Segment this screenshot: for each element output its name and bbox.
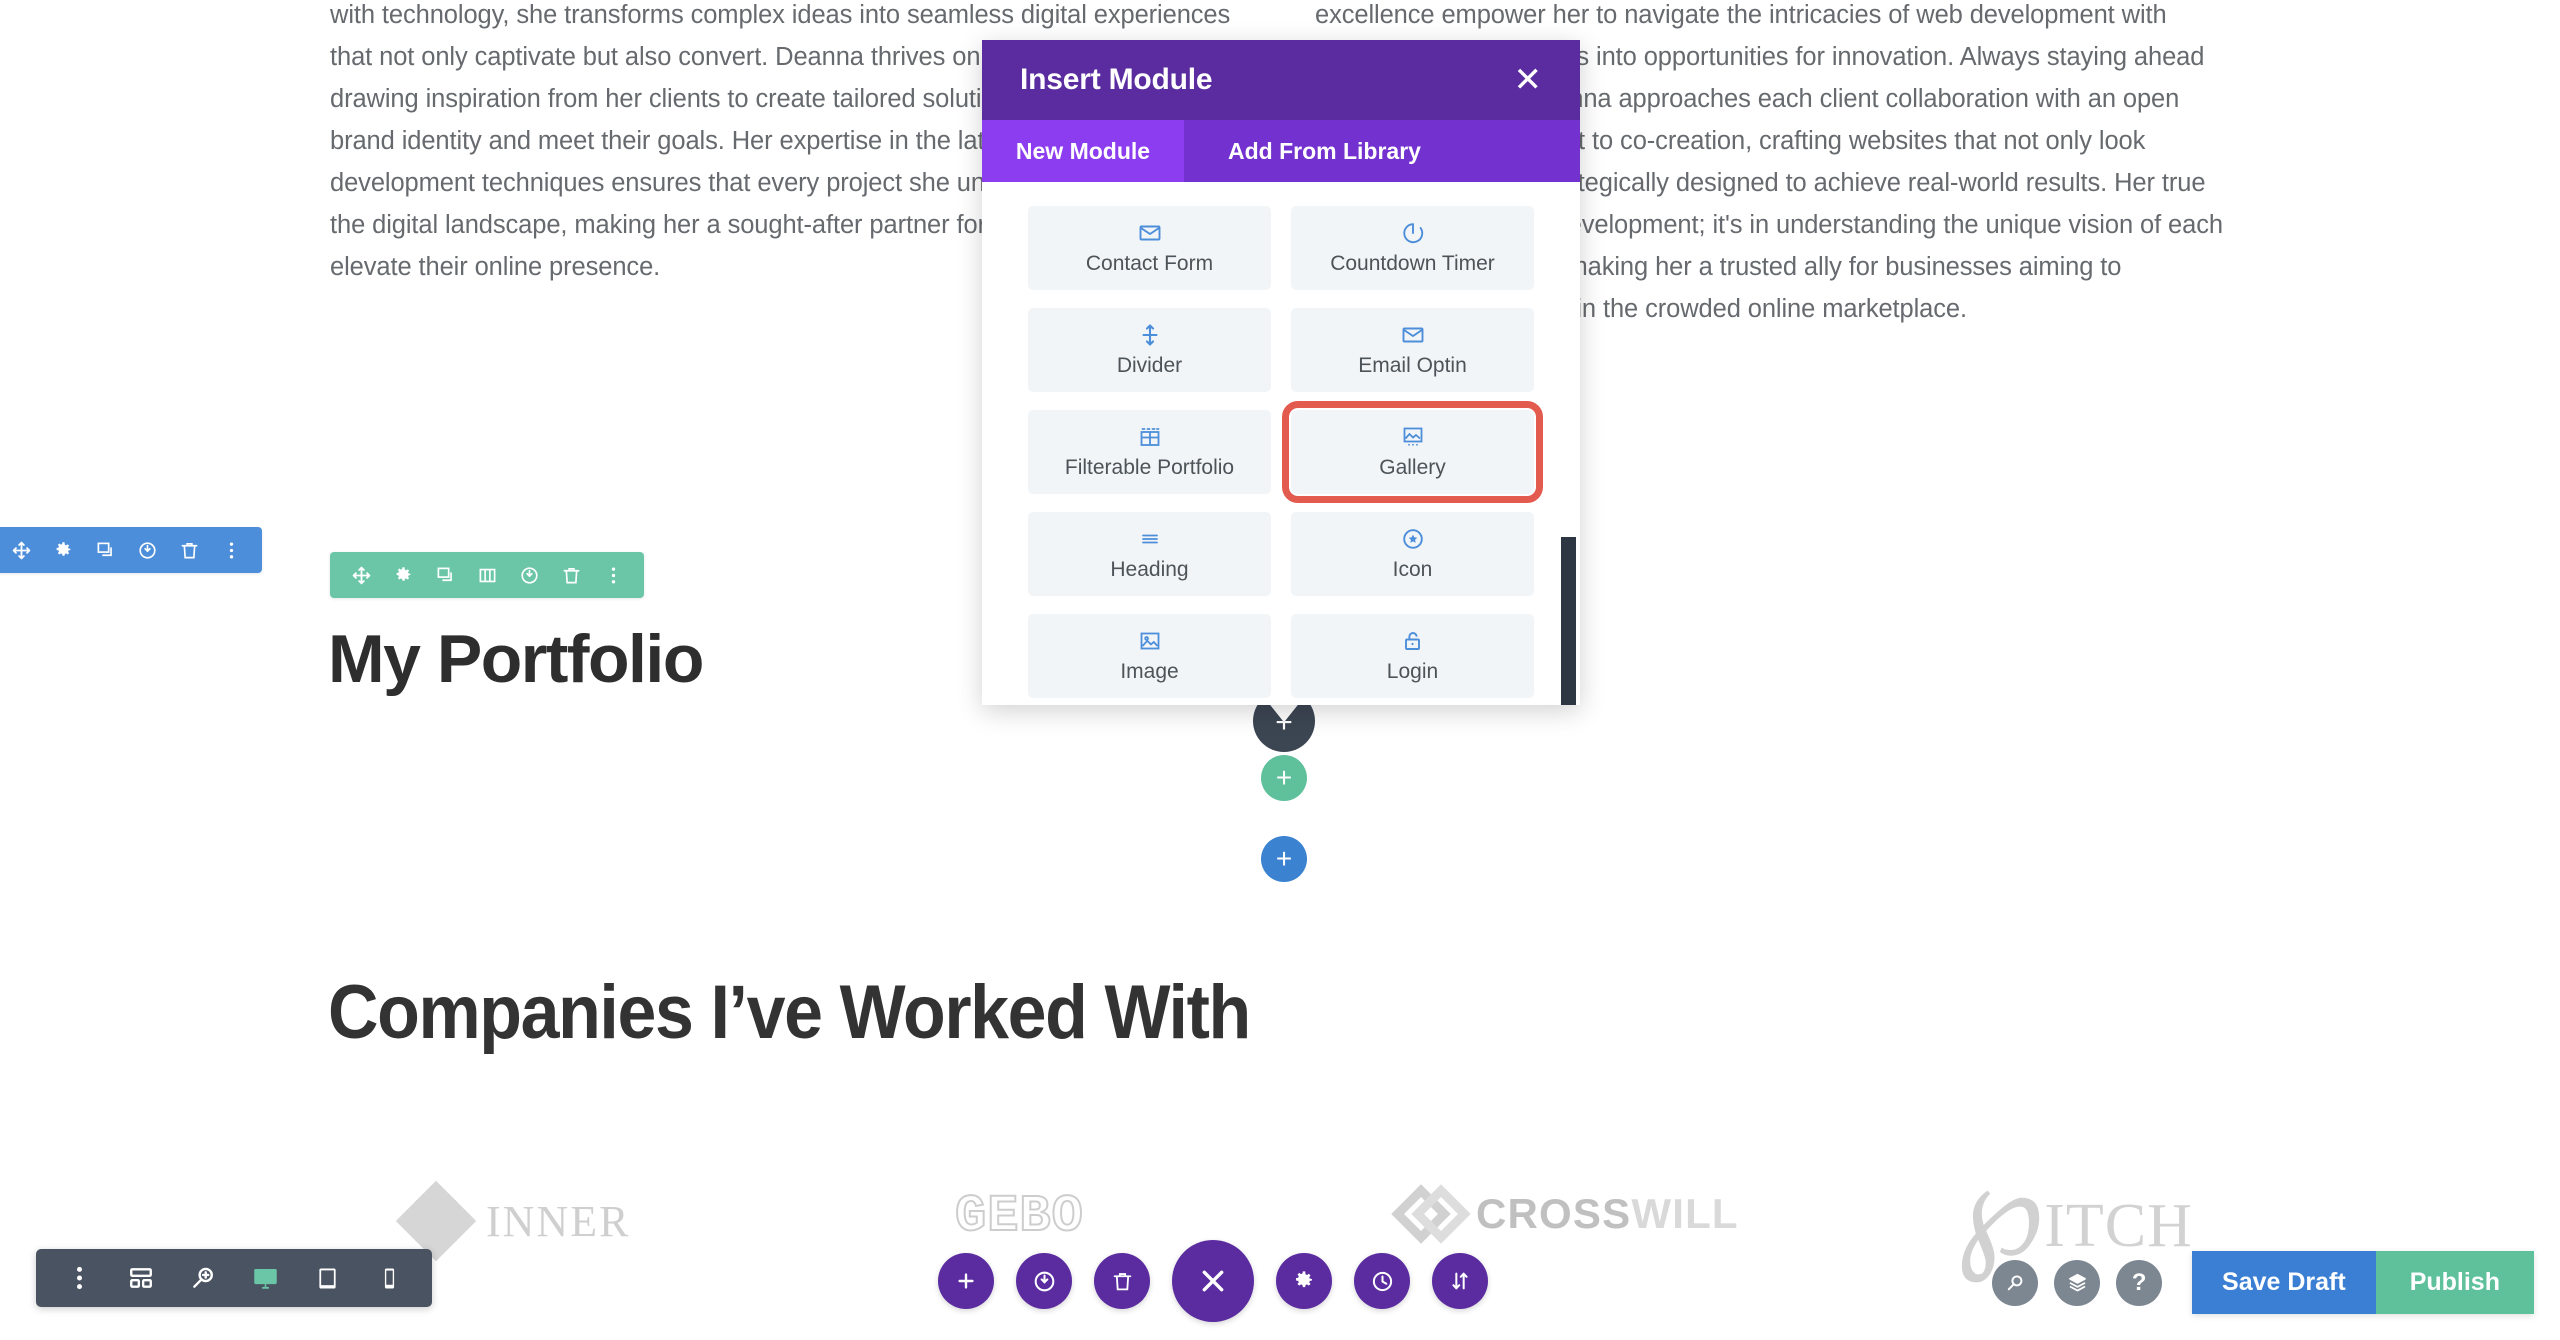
module-card-contact-form[interactable]: Contact Form — [1028, 206, 1271, 290]
divider-icon — [1138, 322, 1162, 348]
envelope-icon — [1138, 220, 1162, 246]
tab-new-module[interactable]: New Module — [982, 120, 1184, 182]
modal-header: Insert Module ✕ — [982, 40, 1580, 120]
gear-icon[interactable] — [382, 552, 424, 598]
logo-crosswill-dark: CROSS — [1476, 1190, 1632, 1237]
module-label: Gallery — [1379, 456, 1446, 479]
portfolio-heading: My Portfolio — [328, 621, 704, 697]
more-icon[interactable] — [210, 527, 252, 573]
companies-heading: Companies I’ve Worked With — [328, 970, 1251, 1055]
power-icon[interactable] — [1016, 1253, 1072, 1309]
logo-crosswill-label: CROSSWILL — [1476, 1190, 1739, 1238]
wireframe-icon[interactable] — [112, 1249, 170, 1307]
module-card-email-optin[interactable]: Email Optin — [1291, 308, 1534, 392]
logo-gebo-label: GEBO — [954, 1186, 1084, 1247]
zoom-icon[interactable] — [174, 1249, 232, 1307]
heading-icon — [1138, 526, 1162, 552]
gallery-icon — [1401, 424, 1425, 450]
logo-pitch: ℘ ITCH — [1955, 1140, 2193, 1282]
add-row-button[interactable]: + — [1261, 755, 1307, 801]
module-card-countdown-timer[interactable]: Countdown Timer — [1291, 206, 1534, 290]
more-vertical-icon[interactable] — [50, 1249, 108, 1307]
row-toolbar[interactable] — [330, 552, 644, 598]
modal-tabs: New Module Add From Library — [982, 120, 1580, 182]
gear-icon[interactable] — [42, 527, 84, 573]
module-card-login[interactable]: Login — [1291, 614, 1534, 698]
move-icon[interactable] — [340, 552, 382, 598]
desktop-icon[interactable] — [236, 1249, 294, 1307]
modal-body: Contact Form Countdown Timer Divider Ema… — [982, 182, 1580, 705]
search-icon[interactable] — [1992, 1259, 2039, 1306]
diamond-icon — [395, 1180, 477, 1262]
section-toolbar[interactable] — [0, 527, 262, 573]
star-circle-icon — [1401, 526, 1425, 552]
close-icon[interactable] — [1172, 1240, 1254, 1322]
builder-right-bar: ? Save Draft Publish — [1992, 1251, 2534, 1314]
trash-icon[interactable] — [168, 527, 210, 573]
grid-icon — [1138, 424, 1162, 450]
module-card-gallery[interactable]: Gallery — [1282, 401, 1543, 503]
trash-icon[interactable] — [1094, 1253, 1150, 1309]
add-section-label: + — [1275, 843, 1293, 874]
trash-icon[interactable] — [550, 552, 592, 598]
module-card-image[interactable]: Image — [1028, 614, 1271, 698]
tab-add-from-library[interactable]: Add From Library — [1184, 120, 1580, 182]
tablet-icon[interactable] — [298, 1249, 356, 1307]
close-icon[interactable]: ✕ — [1508, 59, 1549, 101]
logo-inner-label: INNER — [486, 1196, 631, 1246]
image-icon — [1138, 628, 1162, 654]
logo-inner: INNER — [395, 1180, 631, 1262]
history-icon[interactable] — [1354, 1253, 1410, 1309]
modal-scrollbar[interactable] — [1561, 537, 1576, 705]
duplicate-icon[interactable] — [84, 527, 126, 573]
power-icon[interactable] — [508, 552, 550, 598]
module-label: Filterable Portfolio — [1064, 456, 1235, 479]
logo-crosswill: CROSSWILL — [1391, 1183, 1739, 1245]
phone-icon[interactable] — [360, 1249, 418, 1307]
cross-diamond-icon — [1391, 1183, 1471, 1245]
module-card-filterable-portfolio[interactable]: Filterable Portfolio — [1028, 410, 1271, 494]
add-section-button[interactable]: + — [1261, 836, 1307, 882]
module-label: Divider — [1116, 354, 1183, 377]
timer-icon — [1401, 220, 1425, 246]
power-icon[interactable] — [126, 527, 168, 573]
module-label: Icon — [1392, 558, 1433, 581]
move-icon[interactable] — [0, 527, 42, 573]
envelope-icon — [1401, 322, 1425, 348]
device-preview-bar — [36, 1249, 432, 1307]
module-label: Contact Form — [1085, 252, 1214, 275]
divi-builder-screen: design, web design, and web development … — [0, 0, 2560, 1340]
module-label: Image — [1120, 660, 1179, 683]
add-icon[interactable] — [938, 1253, 994, 1309]
module-card-divider[interactable]: Divider — [1028, 308, 1271, 392]
module-grid: Contact Form Countdown Timer Divider Ema… — [1028, 196, 1543, 698]
duplicate-icon[interactable] — [424, 552, 466, 598]
lock-icon — [1401, 628, 1425, 654]
columns-icon[interactable] — [466, 552, 508, 598]
module-label: Login — [1386, 660, 1439, 683]
gear-icon[interactable] — [1276, 1253, 1332, 1309]
sort-icon[interactable] — [1432, 1253, 1488, 1309]
module-card-heading[interactable]: Heading — [1028, 512, 1271, 596]
module-label: Email Optin — [1358, 354, 1467, 377]
publish-button[interactable]: Publish — [2375, 1251, 2534, 1314]
more-icon[interactable] — [592, 552, 634, 598]
logo-crosswill-light: WILL — [1631, 1190, 1739, 1237]
modal-title: Insert Module — [1020, 63, 1213, 96]
add-section-dark-label: + — [1275, 706, 1293, 739]
module-card-icon[interactable]: Icon — [1291, 512, 1534, 596]
module-label: Heading — [1110, 558, 1189, 581]
clef-icon: ℘ — [1955, 1140, 2045, 1282]
module-label: Countdown Timer — [1330, 252, 1495, 275]
insert-module-modal: Insert Module ✕ New Module Add From Libr… — [982, 40, 1580, 705]
add-row-label: + — [1275, 762, 1293, 793]
save-draft-button[interactable]: Save Draft — [2192, 1251, 2376, 1314]
logo-gebo: GEBO — [954, 1186, 1084, 1247]
save-publish-group: Save Draft Publish — [2192, 1251, 2534, 1314]
layers-icon[interactable] — [2054, 1259, 2101, 1306]
builder-action-bar — [938, 1240, 1488, 1322]
help-icon[interactable]: ? — [2116, 1259, 2163, 1306]
